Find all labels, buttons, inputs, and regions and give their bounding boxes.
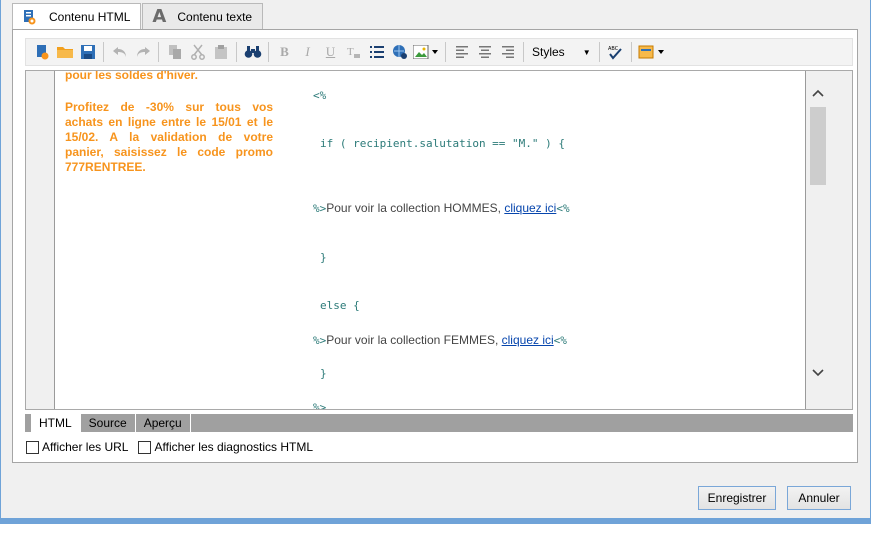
align-center-icon[interactable] xyxy=(473,41,496,63)
letter-a-icon: A xyxy=(152,6,167,27)
scroll-down-icon[interactable] xyxy=(806,363,830,383)
open-folder-icon[interactable] xyxy=(53,41,76,63)
mode-tab-source[interactable]: Source xyxy=(81,414,136,432)
code-brace-close: } xyxy=(320,367,327,380)
code-suffix: <% xyxy=(553,334,567,347)
editor-toolbar: B I U T Styles ▼ ABC xyxy=(25,38,853,66)
code-if-line: if ( recipient.salutation == "M." ) { xyxy=(320,137,566,150)
hommes-line: %>Pour voir la collection HOMMES, clique… xyxy=(313,201,570,215)
insert-image-icon[interactable] xyxy=(411,41,441,63)
paste-icon[interactable] xyxy=(209,41,232,63)
align-right-icon[interactable] xyxy=(496,41,519,63)
insert-link-icon[interactable] xyxy=(388,41,411,63)
content-tabs: Contenu HTML A Contenu texte xyxy=(12,3,264,30)
toolbar-separator xyxy=(630,42,632,62)
toolbar-separator xyxy=(103,42,104,62)
undo-icon[interactable] xyxy=(108,41,131,63)
content-panel: B I U T Styles ▼ ABC pour les soldes d'h… xyxy=(12,29,858,463)
mode-tab-preview[interactable]: Aperçu xyxy=(136,414,191,432)
toolbar-separator xyxy=(236,42,237,62)
mode-tab-html[interactable]: HTML xyxy=(31,414,81,432)
spell-check-icon[interactable]: ABC xyxy=(604,41,627,63)
promo-text-top: pour les soldes d'hiver. xyxy=(65,71,198,82)
hommes-text: Pour voir la collection HOMMES, xyxy=(326,201,505,215)
toolbar-separator xyxy=(523,42,524,62)
align-left-icon[interactable] xyxy=(450,41,473,63)
cut-icon[interactable] xyxy=(186,41,209,63)
cancel-button[interactable]: Annuler xyxy=(787,486,851,510)
scroll-up-icon[interactable] xyxy=(806,83,830,103)
html-doc-icon xyxy=(21,9,37,25)
find-binoculars-icon[interactable] xyxy=(241,41,264,63)
insert-block-icon[interactable] xyxy=(636,41,668,63)
code-brace-close: } xyxy=(320,251,327,264)
svg-text:T: T xyxy=(347,46,354,58)
promo-text-body: Profitez de -30% sur tous vos achats en … xyxy=(65,100,273,174)
tab-label: Contenu texte xyxy=(177,9,253,24)
toolbar-separator xyxy=(445,42,446,62)
code-prefix: %> xyxy=(313,202,327,215)
hommes-link[interactable]: cliquez ici xyxy=(504,201,556,215)
show-urls-label: Afficher les URL xyxy=(42,440,129,454)
show-urls-checkbox[interactable] xyxy=(26,440,39,454)
show-urls-option[interactable]: Afficher les URL xyxy=(26,440,128,454)
copy-icon[interactable] xyxy=(163,41,186,63)
clear-format-icon[interactable]: T xyxy=(342,41,365,63)
new-document-icon[interactable] xyxy=(30,41,53,63)
show-diagnostics-option[interactable]: Afficher les diagnostics HTML xyxy=(138,440,313,454)
save-disk-icon[interactable] xyxy=(76,41,99,63)
code-prefix: %> xyxy=(313,334,327,347)
code-close-tag: %> xyxy=(313,401,327,410)
save-button[interactable]: Enregistrer xyxy=(698,486,776,510)
vertical-scrollbar[interactable] xyxy=(806,71,830,409)
show-diagnostics-label: Afficher les diagnostics HTML xyxy=(154,440,313,454)
tab-label: Contenu HTML xyxy=(49,10,131,24)
dialog-window: Contenu HTML A Contenu texte B I U T Sty… xyxy=(0,0,871,524)
toolbar-separator xyxy=(598,42,600,62)
femmes-text: Pour voir la collection FEMMES, xyxy=(326,333,502,347)
underline-button[interactable]: U xyxy=(319,41,342,63)
html-editor[interactable]: pour les soldes d'hiver. Profitez de -30… xyxy=(25,70,853,410)
bullet-list-icon[interactable] xyxy=(365,41,388,63)
scrollbar-thumb[interactable] xyxy=(810,107,826,185)
chevron-down-icon: ▼ xyxy=(582,47,591,57)
styles-label: Styles xyxy=(532,45,565,59)
toolbar-separator xyxy=(268,42,269,62)
femmes-line: %>Pour voir la collection FEMMES, clique… xyxy=(313,333,567,347)
code-open-tag: <% xyxy=(313,89,327,102)
toolbar-separator xyxy=(158,42,159,62)
tab-text-content[interactable]: A Contenu texte xyxy=(142,3,264,29)
redo-icon[interactable] xyxy=(131,41,154,63)
display-options: Afficher les URL Afficher les diagnostic… xyxy=(26,440,323,454)
view-mode-bar: HTML Source Aperçu xyxy=(25,414,853,432)
italic-button[interactable]: I xyxy=(296,41,319,63)
styles-dropdown[interactable]: Styles ▼ xyxy=(528,41,595,63)
bold-button[interactable]: B xyxy=(273,41,296,63)
code-suffix: <% xyxy=(556,202,570,215)
editor-document[interactable]: pour les soldes d'hiver. Profitez de -30… xyxy=(54,71,806,410)
tab-html-content[interactable]: Contenu HTML xyxy=(12,3,142,30)
svg-text:ABC: ABC xyxy=(608,46,619,52)
show-diagnostics-checkbox[interactable] xyxy=(138,440,152,454)
femmes-link[interactable]: cliquez ici xyxy=(502,333,554,347)
code-else-line: else { xyxy=(320,299,360,312)
